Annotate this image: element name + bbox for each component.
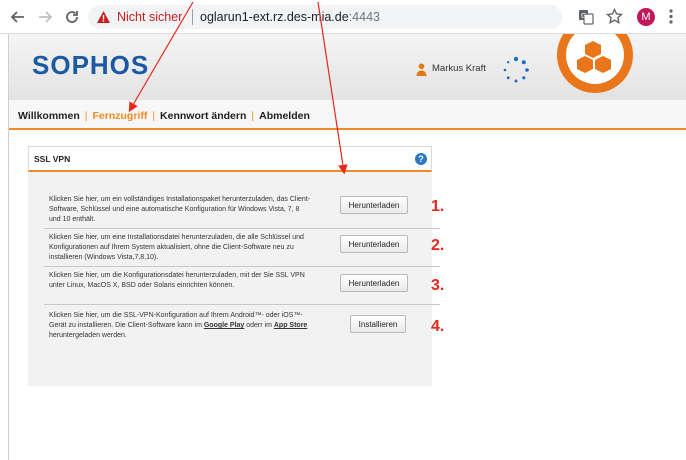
url-host: oglarun1-ext.rz.des-mia.de: [200, 10, 349, 24]
nav-item-kennwort-aendern[interactable]: Kennwort ändern: [160, 110, 246, 122]
step-number: 2.: [431, 237, 445, 254]
step-number: 3.: [431, 277, 445, 294]
panel-title: SSL VPN: [34, 154, 71, 164]
step-number: 4.: [431, 318, 445, 335]
browser-toolbar: Nicht sicher oglarun1-ext.rz.des-mia.de:…: [0, 0, 686, 34]
list-item: Klicken Sie hier, um die Konfigurationsd…: [44, 268, 440, 305]
portal-header: SOPHOS Markus Kraft: [9, 34, 686, 101]
forward-arrow-icon[interactable]: [37, 9, 53, 25]
url-text[interactable]: oglarun1-ext.rz.des-mia.de:4443: [200, 10, 380, 24]
row-text-part: heruntergeladen werden.: [49, 332, 127, 339]
row-text-part: oderr im: [244, 322, 274, 329]
help-icon[interactable]: ?: [415, 153, 427, 165]
loading-spinner-icon: [503, 56, 529, 83]
translate-icon[interactable]: G: [578, 9, 594, 25]
row-description: Klicken Sie hier, um eine Installationsd…: [49, 234, 304, 261]
row-description: Klicken Sie hier, um die SSL-VPN-Konfigu…: [49, 311, 311, 341]
reload-icon[interactable]: [64, 9, 80, 25]
nav-separator: |: [84, 110, 88, 122]
url-port: :4443: [348, 10, 380, 24]
google-play-link[interactable]: Google Play: [204, 322, 244, 329]
sophos-logo: SOPHOS: [32, 50, 150, 80]
user-icon: [416, 63, 427, 76]
step-number: 1.: [431, 198, 445, 215]
back-arrow-icon[interactable]: [10, 9, 26, 25]
nav-item-willkommen[interactable]: Willkommen: [18, 110, 80, 122]
url-divider: [192, 9, 193, 25]
list-item: Klicken Sie hier, um ein vollständiges I…: [44, 192, 440, 229]
profile-avatar[interactable]: M: [637, 8, 655, 26]
portal-navigation: Willkommen | Fernzugriff | Kennwort ändern | A…: [9, 100, 686, 130]
list-item: Klicken Sie hier, um eine Installationsd…: [44, 230, 440, 267]
bookmark-star-icon[interactable]: [606, 8, 623, 25]
download-full-package-button[interactable]: Herunterladen: [340, 196, 408, 214]
address-bar[interactable]: Nicht sicher oglarun1-ext.rz.des-mia.de:…: [88, 5, 562, 29]
user-name: Markus Kraft: [432, 63, 486, 74]
download-config-update-button[interactable]: Herunterladen: [340, 235, 408, 253]
install-mobile-button[interactable]: Installieren: [350, 315, 406, 333]
nav-item-fernzugriff[interactable]: Fernzugriff: [92, 110, 147, 122]
nav-separator: |: [152, 110, 156, 122]
panel-header: SSL VPN ?: [28, 146, 432, 172]
insecure-label[interactable]: Nicht sicher: [117, 10, 182, 24]
warning-icon[interactable]: [96, 10, 111, 24]
svg-text:G: G: [581, 12, 586, 20]
sophos-brand-badge: [557, 34, 633, 93]
nav-separator: |: [251, 110, 255, 122]
row-description: Klicken Sie hier, um die Konfigurationsd…: [49, 272, 305, 289]
download-config-file-button[interactable]: Herunterladen: [340, 274, 408, 292]
list-item: Klicken Sie hier, um die SSL-VPN-Konfigu…: [44, 308, 440, 344]
nav-menu: Willkommen | Fernzugriff | Kennwort ändern | A…: [18, 110, 310, 122]
nav-item-abmelden[interactable]: Abmelden: [259, 110, 310, 122]
browser-menu-icon[interactable]: [668, 8, 674, 25]
app-store-link[interactable]: App Store: [274, 322, 307, 329]
row-description: Klicken Sie hier, um ein vollständiges I…: [49, 196, 311, 223]
